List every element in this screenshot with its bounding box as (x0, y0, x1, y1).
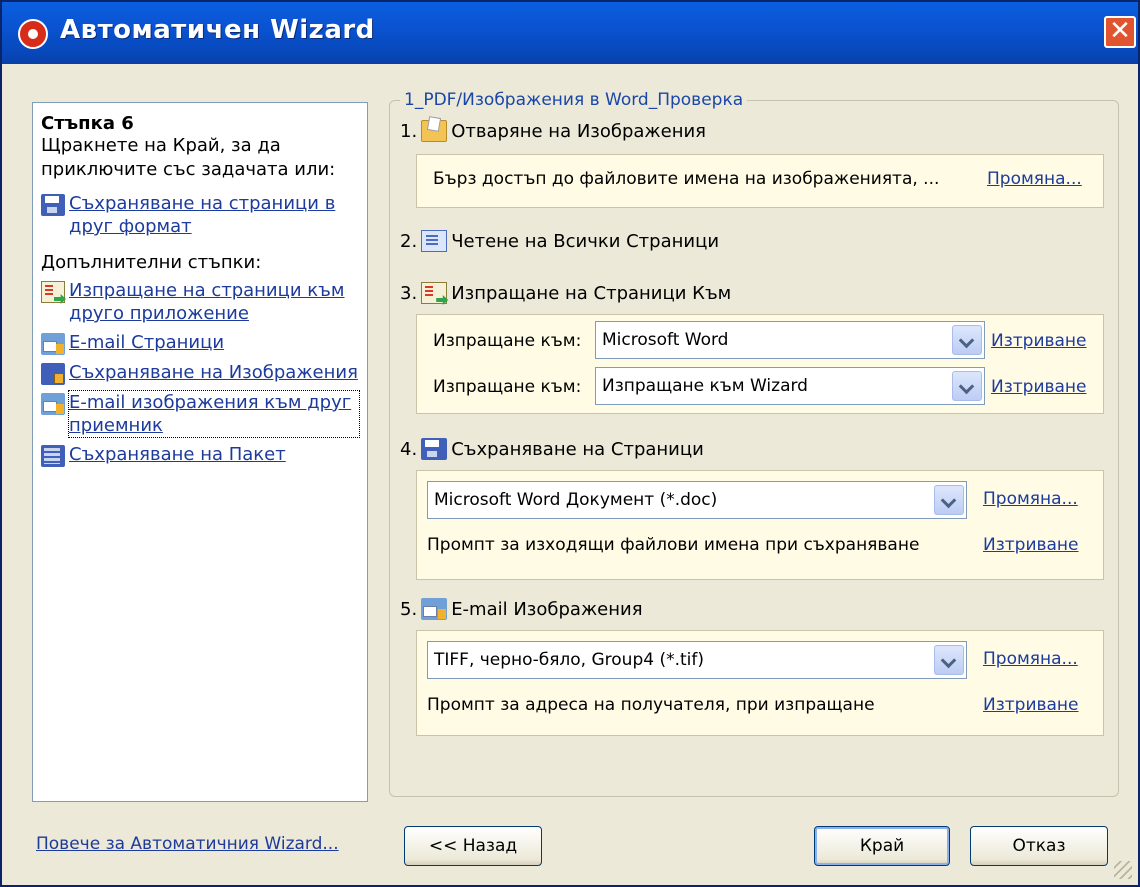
step-5-box: TIFF, черно-бяло, Group4 (*.tif) Промяна… (416, 630, 1104, 736)
email-prompt-text: Промпт за адреса на получателя, при изпр… (427, 695, 875, 715)
email-images-recipient-item[interactable]: E-mail изображения към друг приемник (41, 390, 360, 438)
email-images-icon (41, 393, 65, 415)
save-package-icon (41, 445, 65, 467)
step-4-number: 4. (400, 438, 418, 460)
send-pages-app-item[interactable]: Изпращане на страници към друго приложен… (41, 279, 359, 325)
resize-grip[interactable] (1114, 861, 1132, 879)
send-pages-icon (421, 282, 448, 304)
floppy-disk-icon (41, 194, 65, 216)
chevron-down-icon[interactable] (934, 645, 964, 675)
step-3-label: Изпращане на Страници Към (451, 282, 732, 304)
step-2-title: 2. Четене на Всички Страници (400, 230, 719, 252)
email-images-icon (421, 598, 448, 620)
step-2-number: 2. (400, 230, 418, 252)
save-package-link[interactable]: Съхраняване на Пакет (69, 443, 286, 466)
step-3-box: Изпращане към: Microsoft Word Изтриване … (416, 314, 1104, 414)
wizard-window: Автоматичен Wizard ✕ Стъпка 6 Щракнете н… (0, 0, 1140, 887)
step-4-box: Microsoft Word Документ (*.doc) Промяна.… (416, 470, 1104, 580)
save-package-item[interactable]: Съхраняване на Пакет (41, 443, 359, 467)
chevron-down-icon[interactable] (934, 485, 964, 515)
back-button[interactable]: << Назад (404, 826, 542, 866)
finish-button[interactable]: Край (814, 826, 950, 866)
chevron-down-icon[interactable] (952, 371, 982, 401)
email-format-change-link[interactable]: Промяна... (983, 649, 1078, 669)
save-pages-other-format-link[interactable]: Съхраняване на страници в друг формат (69, 192, 359, 238)
save-prompt-text: Промпт за изходящи файлови имена при съх… (427, 535, 920, 555)
app-logo-icon (18, 19, 48, 49)
save-format-select[interactable]: Microsoft Word Документ (*.doc) (427, 481, 967, 519)
steps-panel: Стъпка 6 Щракнете на Край, за да приключ… (32, 102, 368, 802)
send-to-label-2: Изпращане към: (433, 377, 582, 397)
close-button[interactable]: ✕ (1104, 16, 1136, 48)
step-3-number: 3. (400, 282, 418, 304)
additional-steps-label: Допълнителни стъпки: (41, 252, 262, 273)
send-to-delete-link-2[interactable]: Изтриване (991, 377, 1087, 397)
title-bar: Автоматичен Wizard ✕ (2, 2, 1138, 64)
save-format-value: Microsoft Word Документ (*.doc) (434, 490, 718, 510)
send-to-select-2[interactable]: Изпращане към Wizard (595, 367, 985, 405)
email-format-select[interactable]: TIFF, черно-бяло, Group4 (*.tif) (427, 641, 967, 679)
more-about-wizard-link[interactable]: Повече за Автоматичния Wizard... (36, 834, 339, 854)
email-format-value: TIFF, черно-бяло, Group4 (*.tif) (434, 650, 705, 670)
email-pages-item[interactable]: E-mail Страници (41, 331, 359, 355)
send-to-value-2: Изпращане към Wizard (602, 376, 808, 396)
save-prompt-delete-link[interactable]: Изтриване (983, 535, 1079, 555)
save-pages-other-format-item[interactable]: Съхраняване на страници в друг формат (41, 192, 359, 238)
step-5-label: E-mail Изображения (451, 598, 643, 620)
step-1-label: Отваряне на Изображения (451, 120, 707, 142)
step-5-number: 5. (400, 598, 418, 620)
workflow-name: 1_PDF/Изображения в Word_Проверка (400, 90, 748, 110)
save-images-item[interactable]: Съхраняване на Изображения (41, 361, 359, 385)
save-images-icon (41, 363, 65, 385)
step-5-title: 5. E-mail Изображения (400, 598, 643, 620)
send-pages-icon (41, 281, 65, 303)
send-pages-app-link[interactable]: Изпращане на страници към друго приложен… (69, 279, 359, 325)
step-3-title: 3. Изпращане на Страници Към (400, 282, 731, 304)
floppy-disk-icon (421, 438, 448, 460)
read-pages-icon (421, 230, 448, 252)
send-to-value-1: Microsoft Word (602, 330, 729, 350)
open-images-summary: Бърз достъп до файловите имена на изобра… (433, 169, 940, 189)
window-title: Автоматичен Wizard (60, 15, 375, 45)
step-2-label: Четене на Всички Страници (451, 230, 720, 252)
send-to-select-1[interactable]: Microsoft Word (595, 321, 985, 359)
email-prompt-delete-link[interactable]: Изтриване (983, 695, 1079, 715)
step-1-box: Бърз достъп до файловите имена на изобра… (416, 154, 1104, 208)
open-folder-icon (421, 120, 448, 142)
save-format-change-link[interactable]: Промяна... (983, 489, 1078, 509)
chevron-down-icon[interactable] (952, 325, 982, 355)
save-images-link[interactable]: Съхраняване на Изображения (69, 361, 358, 384)
step-1-title: 1. Отваряне на Изображения (400, 120, 706, 142)
email-pages-link[interactable]: E-mail Страници (69, 331, 224, 354)
send-to-label-1: Изпращане към: (433, 331, 582, 351)
step-1-number: 1. (400, 120, 418, 142)
email-pages-icon (41, 333, 65, 355)
step-title: Стъпка 6 (41, 113, 134, 134)
send-to-delete-link-1[interactable]: Изтриване (991, 331, 1087, 351)
step-instructions: Щракнете на Край, за да приключите със з… (41, 135, 336, 180)
open-images-change-link[interactable]: Промяна... (987, 169, 1082, 189)
step-4-label: Съхраняване на Страници (451, 438, 704, 460)
cancel-button[interactable]: Отказ (970, 826, 1108, 866)
email-images-recipient-link[interactable]: E-mail изображения към друг приемник (68, 390, 360, 438)
step-4-title: 4. Съхраняване на Страници (400, 438, 704, 460)
